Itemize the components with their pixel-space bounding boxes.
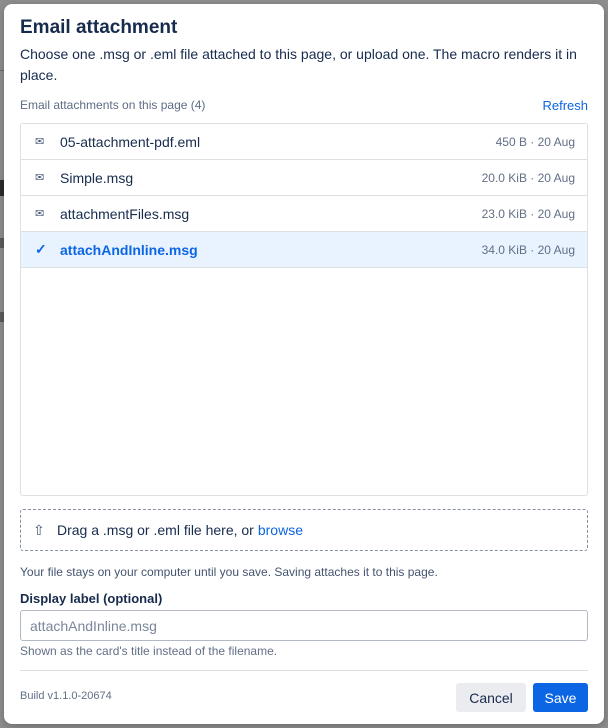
- mail-icon: ✉: [35, 208, 45, 220]
- save-button[interactable]: Save: [533, 683, 588, 712]
- upload-dropzone[interactable]: ⇧ Drag a .msg or .eml file here, or brow…: [20, 509, 588, 551]
- display-label-input[interactable]: [20, 610, 588, 641]
- mail-icon: ✉: [35, 172, 45, 184]
- attachment-row-selected[interactable]: ✓ attachAndInline.msg 34.0 KiB · 20 Aug: [21, 232, 587, 268]
- attachments-list: ✉ 05-attachment-pdf.eml 450 B · 20 Aug ✉…: [20, 123, 588, 496]
- attachment-name: Simple.msg: [60, 169, 134, 186]
- upload-arrow-icon: ⇧: [33, 521, 45, 538]
- attachment-meta: 23.0 KiB · 20 Aug: [481, 206, 575, 221]
- attachment-row[interactable]: ✉ attachmentFiles.msg 23.0 KiB · 20 Aug: [21, 196, 587, 232]
- refresh-link[interactable]: Refresh: [542, 98, 588, 113]
- dialog-title: Email attachment: [20, 17, 178, 38]
- attachment-meta: 20.0 KiB · 20 Aug: [481, 170, 575, 185]
- footer-divider: [20, 670, 588, 671]
- browse-link[interactable]: browse: [258, 522, 303, 538]
- dropzone-prompt: Drag a .msg or .eml file here, or: [57, 522, 254, 538]
- display-label-help: Shown as the card's title instead of the…: [20, 644, 278, 658]
- attachments-list-header: Email attachments on this page (4) Refre…: [20, 96, 588, 114]
- attachment-row[interactable]: ✉ 05-attachment-pdf.eml 450 B · 20 Aug: [21, 124, 587, 160]
- email-attachment-dialog: Email attachment Choose one .msg or .eml…: [4, 4, 604, 724]
- attachments-caption: Email attachments on this page (4): [20, 98, 206, 112]
- mail-icon: ✉: [35, 136, 45, 148]
- attachment-name: 05-attachment-pdf.eml: [60, 133, 201, 150]
- attachment-meta: 450 B · 20 Aug: [495, 134, 575, 149]
- display-label-label: Display label (optional): [20, 591, 163, 606]
- check-icon: ✓: [35, 241, 47, 257]
- build-version: Build v1.1.0-20674: [20, 690, 112, 702]
- attachment-name: attachmentFiles.msg: [60, 205, 190, 222]
- dialog-description: Choose one .msg or .eml file attached to…: [20, 46, 577, 83]
- attachment-meta: 34.0 KiB · 20 Aug: [481, 242, 575, 257]
- upload-note: Your file stays on your computer until y…: [20, 565, 438, 579]
- cancel-button[interactable]: Cancel: [456, 683, 526, 712]
- attachment-row[interactable]: ✉ Simple.msg 20.0 KiB · 20 Aug: [21, 160, 587, 196]
- attachment-name: attachAndInline.msg: [60, 241, 198, 258]
